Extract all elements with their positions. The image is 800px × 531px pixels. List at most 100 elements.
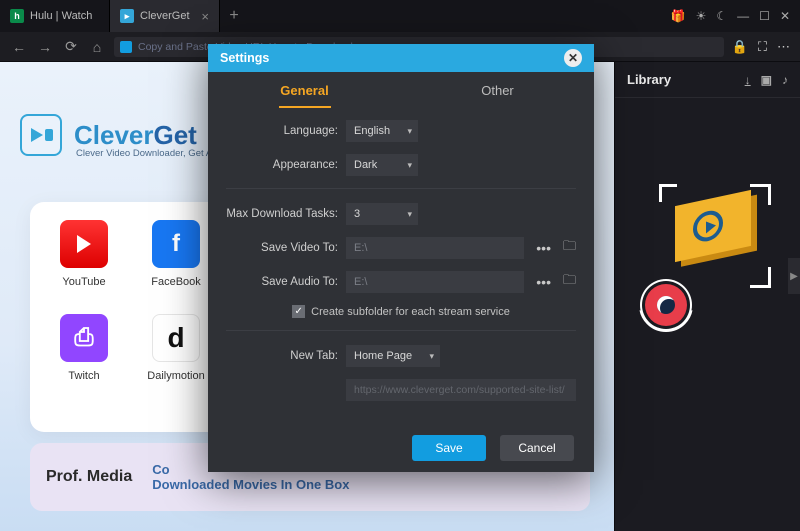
tab-general-label: General [280,83,328,98]
close-settings-button[interactable]: ✕ [564,49,582,67]
home-icon[interactable]: ⌂ [88,39,106,55]
subfolder-label: Create subfolder for each stream service [311,306,510,318]
appearance-select[interactable]: Dark ▾ [346,154,418,176]
appearance-label: Appearance: [226,159,338,171]
save-video-value: E:\ [354,242,367,254]
reload-icon[interactable]: ⟳ [62,38,80,55]
download-icon[interactable]: ↓ [745,73,751,87]
cleverget-logo-icon [20,114,62,156]
save-video-path-input[interactable]: E:\ [346,237,524,259]
supported-url-value: https://www.cleverget.com/supported-site… [354,384,565,396]
appearance-value: Dark [354,159,377,171]
tab-cleverget[interactable]: ▸ CleverGet × [110,0,220,32]
banner-text-2: Downloaded Movies In One Box [152,477,349,492]
chevron-down-icon: ▾ [429,351,434,362]
youtube-icon [60,220,108,268]
tab-general[interactable]: General [208,72,401,108]
open-audio-folder-icon[interactable]: 🗀 [563,271,576,293]
site-youtube[interactable]: YouTube [52,220,116,288]
brand-title: CleverGet [74,120,197,151]
banner-title: Prof. Media [46,468,132,486]
audio-icon[interactable]: ♪ [782,73,788,87]
tab-other[interactable]: Other [401,72,594,108]
subfolder-checkbox[interactable]: ✓ Create subfolder for each stream servi… [292,305,510,318]
settings-dialog: Settings ✕ General Other Language: Engli… [208,44,594,472]
maximize-icon[interactable]: ☐ [759,9,770,23]
settings-header: Settings ✕ [208,44,594,72]
settings-title: Settings [220,51,269,65]
divider [226,330,576,331]
minimize-icon[interactable]: — [737,9,749,23]
library-body: ▶ [615,98,800,528]
chevron-down-icon: ▾ [407,209,412,220]
twitch-icon: ⎙ [60,314,108,362]
save-button-label: Save [435,441,462,455]
tab-label: CleverGet [140,10,190,22]
cancel-button[interactable]: Cancel [500,435,574,461]
tab-label: Hulu | Watch [30,10,92,22]
max-download-value: 3 [354,208,360,220]
video-cube-icon [675,190,751,262]
brand-tagline: Clever Video Downloader, Get Any [76,148,222,159]
library-title: Library [627,72,671,87]
forward-icon[interactable]: → [36,39,54,55]
dailymotion-icon: d [152,314,200,362]
open-video-folder-icon[interactable]: 🗀 [563,237,576,259]
save-video-label: Save Video To: [226,242,338,254]
newtab-select[interactable]: Home Page ▾ [346,345,440,367]
save-audio-value: E:\ [354,276,367,288]
save-button[interactable]: Save [412,435,486,461]
settings-tabs: General Other [208,72,594,108]
settings-footer: Save Cancel [208,424,594,472]
site-label: Twitch [52,370,116,382]
bracket-icon [659,184,677,202]
save-audio-path-input[interactable]: E:\ [346,271,524,293]
close-window-icon[interactable]: ✕ [780,9,790,23]
hulu-favicon-icon: h [10,9,24,23]
chevron-down-icon: ▾ [407,160,412,171]
eye-icon [645,284,687,326]
supported-url-field: https://www.cleverget.com/supported-site… [346,379,576,401]
newtab-label: New Tab: [226,350,338,362]
close-tab-icon[interactable]: × [201,9,209,24]
cleverget-favicon-icon: ▸ [120,9,134,23]
library-panel: Library ↓ ▣ ♪ ▶ [614,62,800,531]
moon-icon[interactable]: ☾ [716,9,727,23]
pip-icon[interactable]: ⛶ [758,39,767,55]
facebook-icon: f [152,220,200,268]
site-label: Dailymotion [144,370,208,382]
max-download-select[interactable]: 3 ▾ [346,203,418,225]
max-download-label: Max Download Tasks: [226,208,338,220]
language-label: Language: [226,125,338,137]
site-dailymotion[interactable]: d Dailymotion [144,314,208,382]
save-audio-label: Save Audio To: [226,276,338,288]
browse-video-button[interactable]: ••• [532,240,555,256]
site-label: YouTube [52,276,116,288]
more-icon[interactable]: ⋯ [777,39,790,55]
check-icon: ✓ [292,305,305,318]
library-header: Library ↓ ▣ ♪ [615,62,800,98]
newtab-value: Home Page [354,350,412,362]
window-controls: 🎁 ☀ ☾ — ☐ ✕ [671,9,800,23]
tab-other-label: Other [481,83,514,98]
video-icon[interactable]: ▣ [761,73,772,87]
back-icon[interactable]: ← [10,39,28,55]
chevron-down-icon: ▾ [407,126,412,137]
site-facebook[interactable]: f FaceBook [144,220,208,288]
settings-body: Language: English ▾ Appearance: Dark ▾ M… [208,108,594,424]
new-tab-button[interactable]: + [220,7,248,25]
link-icon [120,41,132,53]
tab-bar: h Hulu | Watch ▸ CleverGet × + 🎁 ☀ ☾ — ☐… [0,0,800,32]
sun-icon[interactable]: ☀ [696,9,707,23]
site-label: FaceBook [144,276,208,288]
cancel-button-label: Cancel [518,441,555,455]
language-select[interactable]: English ▾ [346,120,418,142]
collapse-arrow-icon[interactable]: ▶ [788,258,800,294]
browse-audio-button[interactable]: ••• [532,274,555,290]
site-twitch[interactable]: ⎙ Twitch [52,314,116,382]
lock-icon[interactable]: 🔒 [732,39,748,55]
language-value: English [354,125,390,137]
divider [226,188,576,189]
gift-icon[interactable]: 🎁 [671,9,686,23]
tab-hulu[interactable]: h Hulu | Watch [0,0,110,32]
